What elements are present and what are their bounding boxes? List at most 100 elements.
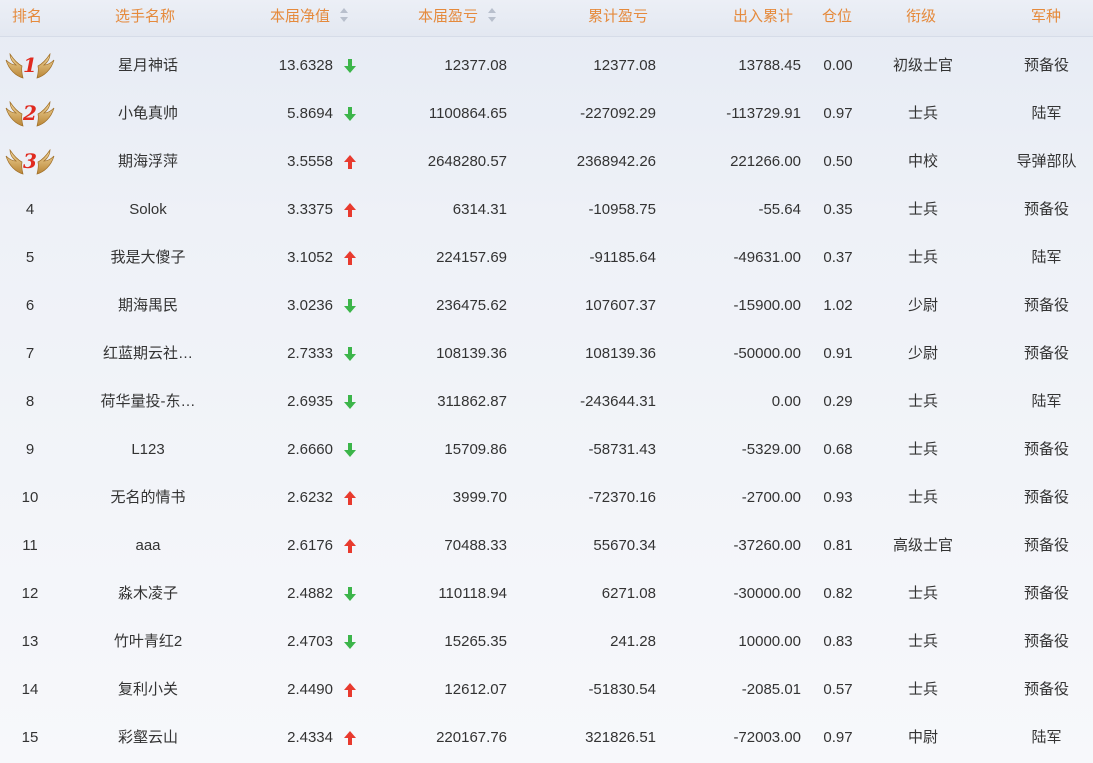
player-name[interactable]: 期海浮萍 [98,138,198,186]
in-out-value: -37260.00 [733,537,801,554]
table-row[interactable]: 13 竹叶青红2 2.4703 15265.35 241.28 10000.00 0.83 士… [0,618,1093,666]
player-name[interactable]: 复利小关 [98,666,198,714]
nav-value: 3.5558 [287,153,333,170]
in-out-value: 10000.00 [738,633,801,650]
table-row[interactable]: 7 红蓝期云社… 2.7333 108139.36 108139.36 -50000.00… [0,330,1093,378]
rank-title-value: 少尉 [907,345,938,362]
in-out-value: -50000.00 [733,345,801,362]
player-name[interactable]: 小龟真帅 [98,90,198,138]
player-name[interactable]: 淼木凌子 [98,570,198,618]
table-row[interactable]: 8 荷华量投-东… 2.6935 311862.87 -243644.31 0.00 0.2… [0,378,1093,426]
position-value: 0.97 [823,729,853,746]
position-value: 0.91 [823,345,853,362]
player-name[interactable]: 期海禺民 [98,282,198,330]
table-row[interactable]: 11 aaa 2.6176 70488.33 55670.34 -37260.00 0.81… [0,522,1093,570]
position-value: 0.29 [823,393,853,410]
header-profit-label: 本届盈亏 [418,8,479,25]
branch-value: 预备役 [1023,681,1069,698]
branch-value: 陆军 [1031,729,1062,746]
nav-value: 5.8694 [287,105,333,122]
nav-value: 2.6232 [287,489,333,506]
arrow-down-icon [343,634,357,650]
table-header: 排名 选手名称 本届净值 本届盈亏 累计盈亏 出入累计 仓位 衔级 军种 [0,0,1093,37]
branch-value: 预备役 [1023,345,1069,362]
branch-value: 预备役 [1023,297,1069,314]
player-name[interactable]: 彩壑云山 [98,714,198,762]
rank-title-value: 士兵 [907,633,938,650]
player-name[interactable]: 荷华量投-东… [98,378,198,426]
cum-profit-value: 6271.08 [601,585,656,602]
in-out-value: -49631.00 [733,249,801,266]
table-row[interactable]: 12 淼木凌子 2.4882 110118.94 6271.08 -30000.00 0.8… [0,570,1093,618]
table-row[interactable]: 6 期海禺民 3.0236 236475.62 107607.37 -15900.00 1.… [0,282,1093,330]
header-nav-label: 本届净值 [270,8,331,25]
nav-value: 2.7333 [287,345,333,362]
nav-value: 2.4490 [287,681,333,698]
rank-number: 13 [21,633,39,650]
header-branch: 军种 [1031,8,1062,25]
player-name[interactable]: 我是大傻子 [98,234,198,282]
table-row[interactable]: 3 期海浮萍 3.5558 2648280.57 2368942.26 221266.00… [0,138,1093,186]
profit-value: 15709.86 [444,441,507,458]
table-row[interactable]: 2 小龟真帅 5.8694 1100864.65 -227092.29 -113729.9… [0,90,1093,138]
position-value: 1.02 [823,297,853,314]
table-row[interactable]: 1 星月神话 13.6328 12377.08 12377.08 13788.45 0.00… [0,42,1093,90]
player-name[interactable]: 红蓝期云社… [98,330,198,378]
position-value: 0.37 [823,249,853,266]
winged-medal-icon: 3 [4,148,56,176]
nav-value: 2.6935 [287,393,333,410]
arrow-up-icon [343,538,357,554]
cum-profit-value: -72370.16 [588,489,656,506]
player-name[interactable]: 星月神话 [98,42,198,90]
position-value: 0.83 [823,633,853,650]
nav-value: 3.3375 [287,201,333,218]
rank-number: 7 [25,345,35,362]
cum-profit-value: -91185.64 [589,249,656,266]
cum-profit-value: -58731.43 [588,441,656,458]
header-rank: 排名 [12,8,43,25]
rank-title-value: 初级士官 [892,57,953,74]
table-row[interactable]: 10 无名的情书 2.6232 3999.70 -72370.16 -2700.00 0.9… [0,474,1093,522]
rank-title-value: 士兵 [907,681,938,698]
profit-value: 311862.87 [437,393,507,410]
player-name[interactable]: aaa [98,522,198,570]
table-row[interactable]: 15 彩壑云山 2.4334 220167.76 321826.51 -72003.00 0… [0,714,1093,762]
table-row[interactable]: 5 我是大傻子 3.1052 224157.69 -91185.64 -49631.00 0… [0,234,1093,282]
rank-title-value: 中尉 [907,729,938,746]
branch-value: 预备役 [1023,585,1069,602]
player-name[interactable]: Solok [98,186,198,234]
profit-value: 220167.76 [436,729,507,746]
table-row[interactable]: 9 L123 2.6660 15709.86 -58731.43 -5329.00 0.68… [0,426,1093,474]
table-row[interactable]: 4 Solok 3.3375 6314.31 -10958.75 -55.64 0.35 士兵… [0,186,1093,234]
in-out-value: 221266.00 [730,153,801,170]
profit-value: 6314.31 [452,201,507,218]
cum-profit-value: 108139.36 [585,345,656,362]
branch-value: 预备役 [1023,441,1069,458]
branch-value: 预备役 [1023,537,1069,554]
profit-value: 12377.08 [444,57,507,74]
arrow-down-icon [343,106,357,122]
sort-icon[interactable] [488,8,497,23]
cum-profit-value: 321826.51 [585,729,656,746]
header-nav[interactable]: 本届净值 [270,0,349,36]
nav-value: 2.6660 [287,441,333,458]
header-profit[interactable]: 本届盈亏 [418,0,497,36]
table-row[interactable]: 14 复利小关 2.4490 12612.07 -51830.54 -2085.01 0.5… [0,666,1093,714]
in-out-value: -113729.91 [726,105,801,122]
player-name[interactable]: L123 [98,426,198,474]
rank-title-value: 中校 [907,153,938,170]
profit-value: 70488.33 [444,537,507,554]
player-name[interactable]: 无名的情书 [98,474,198,522]
rank-number: 6 [25,297,35,314]
player-name[interactable]: 竹叶青红2 [98,618,198,666]
arrow-up-icon [343,490,357,506]
nav-value: 13.6328 [278,57,333,74]
header-rank-title: 衔级 [906,8,937,25]
position-value: 0.50 [823,153,853,170]
rank-number: 3 [23,149,37,173]
rank-number: 8 [25,393,35,410]
arrow-down-icon [343,298,357,314]
profit-value: 12612.07 [444,681,507,698]
profit-value: 3999.70 [452,489,507,506]
sort-icon[interactable] [340,8,349,23]
